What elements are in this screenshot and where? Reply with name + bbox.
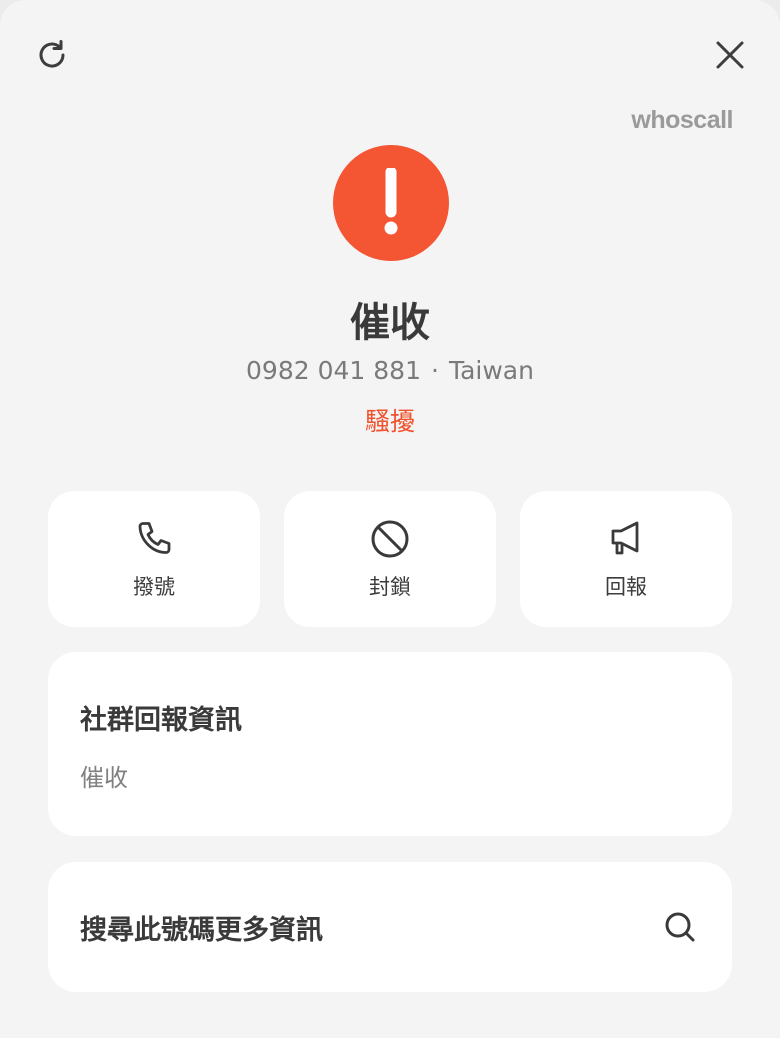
call-label: 撥號 bbox=[133, 575, 175, 599]
region: Taiwan bbox=[448, 356, 534, 385]
caller-name: 催收 bbox=[350, 300, 430, 346]
refresh-icon bbox=[39, 40, 65, 68]
report-button[interactable]: 回報 bbox=[520, 491, 732, 627]
megaphone-icon bbox=[611, 521, 639, 555]
search-icon bbox=[665, 912, 695, 942]
brand-logo: whoscall bbox=[631, 106, 733, 134]
separator-dot: · bbox=[430, 356, 439, 385]
search-more-info-title: 搜尋此號碼更多資訊 bbox=[80, 915, 323, 946]
call-button[interactable]: 撥號 bbox=[48, 491, 260, 627]
caller-number-region: 0982 041 881 · Taiwan bbox=[0, 356, 780, 385]
refresh-button[interactable] bbox=[28, 31, 76, 79]
block-button[interactable]: 封鎖 bbox=[284, 491, 496, 627]
close-icon bbox=[716, 41, 744, 69]
close-button[interactable] bbox=[706, 31, 754, 79]
exclamation-icon bbox=[384, 168, 398, 235]
community-report-value: 催收 bbox=[80, 764, 128, 792]
phone-number: 0982 041 881 bbox=[246, 356, 421, 385]
alert-badge bbox=[333, 145, 449, 261]
search-more-info-card[interactable]: 搜尋此號碼更多資訊 bbox=[48, 862, 732, 992]
caller-info-sheet: whoscall 催收 0982 041 881 · Taiwan 騷擾 撥號 封鎖 bbox=[0, 0, 780, 1038]
phone-icon bbox=[138, 522, 171, 554]
block-label: 封鎖 bbox=[369, 575, 411, 599]
caller-category: 騷擾 bbox=[364, 407, 415, 436]
community-report-card: 社群回報資訊 催收 bbox=[48, 652, 732, 836]
report-label: 回報 bbox=[605, 575, 647, 599]
block-icon bbox=[371, 520, 409, 558]
community-report-title: 社群回報資訊 bbox=[80, 705, 242, 736]
